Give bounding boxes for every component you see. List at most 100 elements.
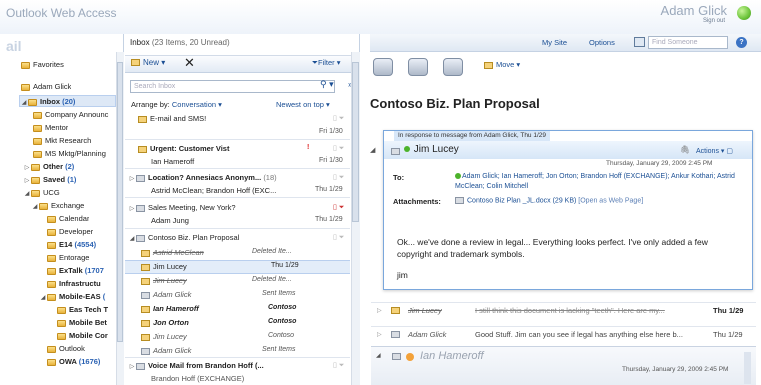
collapse-icon[interactable]: ◢	[370, 146, 375, 154]
forward-icon[interactable]	[443, 58, 463, 76]
nav-mobile-bet[interactable]: Mobile Bet	[57, 317, 116, 329]
nav-saved[interactable]: ▷ Saved (1)	[23, 174, 77, 186]
nav-developer[interactable]: Developer	[47, 226, 93, 238]
nav-mentor[interactable]: Mentor	[33, 122, 68, 134]
nav-company-announc[interactable]: Company Announc	[33, 109, 116, 121]
folder-icon	[47, 228, 56, 236]
thread-item[interactable]: ▷ Adam Glick Good Stuff. Jim can you see…	[371, 326, 756, 342]
list-item[interactable]: Jim Lucey	[141, 332, 251, 341]
reply-icon[interactable]	[373, 58, 393, 76]
nav-calendar[interactable]: Calendar	[47, 213, 89, 225]
nav-other[interactable]: ▷ Other (2)	[23, 161, 75, 173]
folder-icon	[47, 280, 56, 288]
list-item[interactable]: Jim Lucey	[141, 276, 251, 285]
nav-eas-tech[interactable]: Eas Tech T	[57, 304, 116, 316]
actions-menu[interactable]: Actions ▾ ▢	[696, 147, 733, 155]
conversation-icon	[136, 174, 145, 182]
collapse-icon[interactable]: ◢	[31, 201, 39, 212]
expand-icon[interactable]: ▷	[23, 162, 31, 173]
search-icon[interactable]: ⚲ ▾	[320, 79, 334, 90]
delete-button[interactable]: ✕	[184, 55, 195, 71]
message-body: Ok... we've done a review in legal... Ev…	[397, 237, 708, 259]
msg-from: Brandon Hoff (EXCHANGE)	[151, 374, 245, 383]
nav-owa[interactable]: OWA (1676)	[47, 356, 116, 368]
reading-scrollbar[interactable]	[744, 352, 751, 384]
flag-icon[interactable]: ▯ ⏷	[333, 203, 344, 212]
msg-folder: Deleted Ite...	[252, 276, 292, 283]
folder-icon	[33, 124, 42, 132]
nav-mkt-research[interactable]: Mkt Research	[33, 135, 91, 147]
conversation-icon	[136, 234, 145, 242]
address-book-icon[interactable]	[634, 37, 645, 47]
find-someone-input[interactable]: Find Someone	[648, 36, 728, 49]
sign-out-link[interactable]: Sign out	[703, 18, 725, 24]
new-message-button[interactable]: New ▾	[131, 58, 165, 67]
list-item[interactable]: Adam Glick	[141, 346, 251, 355]
conversation-header[interactable]: ◢ Contoso Biz. Plan Proposal	[128, 233, 333, 242]
msg-time: Fri 1/30	[319, 128, 343, 135]
collapse-icon[interactable]: ◢	[23, 188, 31, 199]
arrange-by[interactable]: Arrange by: Conversation ▾	[131, 100, 222, 109]
options-link[interactable]: Options	[589, 38, 615, 47]
list-item-selected[interactable]: Jim Lucey	[141, 262, 251, 271]
row-divider	[125, 197, 350, 198]
list-item[interactable]: ▷ Voice Mail from Brandon Hoff (...	[128, 361, 328, 370]
nav-ms-mktg[interactable]: MS Mktg/Planning	[33, 148, 106, 160]
folder-icon	[47, 345, 56, 353]
list-item[interactable]: ▷ Sales Meeting, New York?	[128, 203, 333, 212]
msg-time: Thu 1/29	[315, 216, 343, 223]
flag-icon[interactable]: ▯ ⏷	[333, 233, 344, 242]
collapse-icon[interactable]: ◢	[39, 292, 47, 303]
list-item[interactable]: Astrid McClean	[141, 248, 251, 257]
mail-icon	[392, 352, 404, 361]
list-item[interactable]: ▷ Location? Annesiacs Anonym... (18)	[128, 173, 333, 182]
folder-scroll-thumb[interactable]	[117, 62, 123, 342]
list-item[interactable]: Jon Orton	[141, 318, 251, 327]
flag-icon[interactable]: ▯ ⏷	[333, 114, 344, 123]
list-scroll-thumb[interactable]	[352, 62, 359, 222]
filter-button[interactable]: ⏷Filter ▾	[312, 58, 341, 68]
attachment-link[interactable]: Contoso Biz Plan _JL.docx (29 KB) [Open …	[455, 197, 643, 204]
to-recipients[interactable]: Adam Glick; Ian Hameroff; Jon Orton; Bra…	[455, 172, 740, 192]
search-inbox-input[interactable]: Search Inbox	[130, 80, 335, 93]
collapse-icon[interactable]: ◢	[20, 97, 28, 106]
sender-name[interactable]: Jim Lucey	[404, 144, 459, 155]
help-icon[interactable]: ?	[736, 37, 747, 48]
nav-favorites[interactable]: Favorites	[21, 59, 64, 71]
nav-exchange[interactable]: ◢ Exchange	[31, 200, 85, 212]
nav-mobile-eas[interactable]: ◢ Mobile-EAS (	[39, 291, 116, 303]
expand-icon[interactable]: ▷	[23, 175, 31, 186]
document-icon	[455, 197, 464, 204]
collapse-icon[interactable]: ◢	[376, 352, 381, 359]
nav-outlook[interactable]: Outlook	[47, 343, 85, 355]
list-item[interactable]: Adam Glick	[141, 290, 251, 299]
flag-icon[interactable]: ▯ ⏷	[333, 361, 344, 370]
flag-icon[interactable]: ▯ ⏷	[333, 173, 344, 182]
reply-all-icon[interactable]	[408, 58, 428, 76]
list-item[interactable]: E-mail and SMS!	[138, 114, 363, 123]
nav-mailbox[interactable]: Adam Glick	[21, 81, 71, 93]
list-item[interactable]: Urgent: Customer Vist	[138, 144, 363, 153]
thread-item[interactable]: ▷ Jim Lucey I still think this document …	[371, 302, 756, 318]
msg-folder: Deleted Ite...	[252, 248, 292, 255]
nav-ucg[interactable]: ◢ UCG	[23, 187, 60, 199]
nav-infrastructure[interactable]: Infrastructu	[47, 278, 116, 290]
row-divider	[125, 139, 350, 140]
nav-e14[interactable]: E14 (4554)	[47, 239, 96, 251]
flag-icon[interactable]: ▯ ⏷	[333, 144, 344, 153]
nav-mobile-cor[interactable]: Mobile Cor	[57, 330, 116, 342]
move-button[interactable]: Move ▾	[484, 60, 520, 69]
folder-icon	[47, 293, 56, 301]
mail-icon	[141, 319, 150, 327]
msg-folder: Sent Items	[262, 290, 296, 297]
nav-extalk[interactable]: ExTalk (1707	[47, 265, 116, 277]
sort-order[interactable]: Newest on top ▾	[276, 100, 330, 109]
my-site-link[interactable]: My Site	[542, 38, 567, 47]
nav-entorage[interactable]: Entorage	[47, 252, 89, 264]
nav-inbox[interactable]: ◢ Inbox (20)	[19, 95, 116, 107]
folder-icon	[31, 163, 40, 171]
list-item[interactable]: Ian Hameroff	[141, 304, 251, 313]
in-response-to[interactable]: In response to message from Adam Glick, …	[394, 131, 551, 141]
presence-icon[interactable]	[737, 6, 751, 20]
presence-icon	[406, 352, 415, 361]
